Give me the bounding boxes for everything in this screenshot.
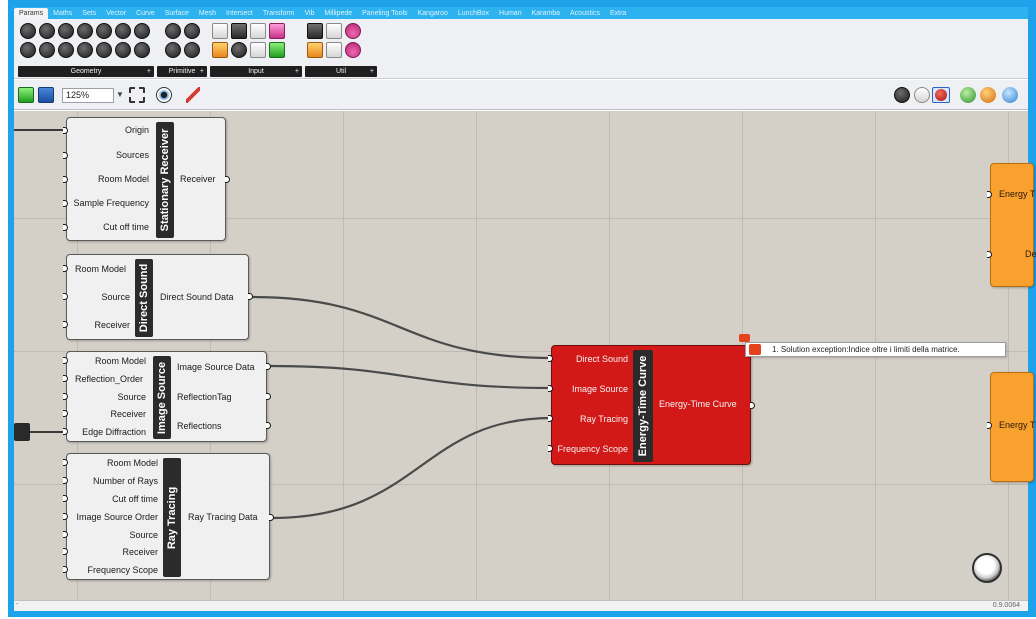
version-label: 0.9.0064	[992, 602, 1020, 609]
output-image-source-data[interactable]: Image Source Data	[177, 362, 255, 372]
offscreen-component[interactable]	[14, 423, 30, 441]
input-image-source-order[interactable]: Image Source Order	[76, 512, 158, 522]
input-frequency-scope[interactable]: Frequency Scope	[87, 565, 158, 575]
status-bar: - 0.9.0064	[14, 600, 1028, 611]
input-receiver[interactable]: Receiver	[110, 409, 146, 419]
input-cut-off-time[interactable]: Cut off time	[112, 494, 158, 504]
component-ray-tracing[interactable]: Room Model Number of Rays Cut off time I…	[66, 453, 270, 580]
input-cut-off-time[interactable]: Cut off time	[103, 222, 149, 232]
error-icon	[749, 344, 761, 355]
wire-direct-sound	[251, 295, 553, 360]
input-receiver[interactable]: Receiver	[122, 547, 158, 557]
error-flag-icon[interactable]	[739, 334, 750, 342]
component-title: Energy-Time Curve	[633, 350, 653, 462]
input-source[interactable]: Source	[129, 530, 158, 540]
input-reflection-order[interactable]: Reflection_Order	[75, 374, 143, 384]
component-title: Stationary Receiver	[156, 122, 174, 238]
component-title: Image Source	[153, 356, 171, 439]
input-number-of-rays[interactable]: Number of Rays	[93, 476, 158, 486]
component-image-source[interactable]: Room Model Reflection_Order Source Recei…	[66, 351, 267, 442]
input-de[interactable]: De	[1025, 249, 1036, 259]
input-frequency-scope[interactable]: Frequency Scope	[557, 444, 628, 454]
component-title: Direct Sound	[135, 259, 153, 337]
input-source[interactable]: Source	[101, 292, 130, 302]
output-reflection-tag[interactable]: ReflectionTag	[177, 392, 232, 402]
input-room-model[interactable]: Room Model	[107, 458, 158, 468]
input-room-model[interactable]: Room Model	[95, 356, 146, 366]
wire-image-source	[269, 364, 553, 390]
input-ray-tracing[interactable]: Ray Tracing	[580, 414, 628, 424]
component-cluster-top[interactable]: Energy T De	[990, 163, 1036, 287]
output-reflections[interactable]: Reflections	[177, 421, 222, 431]
navigation-compass-icon[interactable]	[972, 553, 1002, 583]
input-source[interactable]: Source	[117, 392, 146, 402]
status-text: -	[16, 601, 19, 608]
input-room-model[interactable]: Room Model	[75, 264, 126, 274]
output-receiver[interactable]: Receiver	[180, 174, 216, 184]
wire-ray-tracing	[271, 416, 553, 520]
error-balloon: 1. Solution exception:Indice oltre i lim…	[745, 342, 1006, 357]
input-origin[interactable]: Origin	[125, 125, 149, 135]
component-energy-time-curve[interactable]: Direct Sound Image Source Ray Tracing Fr…	[551, 345, 751, 465]
output-direct-sound-data[interactable]: Direct Sound Data	[160, 292, 234, 302]
output-ray-tracing-data[interactable]: Ray Tracing Data	[188, 512, 258, 522]
output-energy-time-curve[interactable]: Energy-Time Curve	[659, 399, 737, 409]
input-energy-t[interactable]: Energy T	[999, 420, 1035, 430]
input-direct-sound[interactable]: Direct Sound	[576, 354, 628, 364]
component-direct-sound[interactable]: Room Model Source Receiver Direct Sound …	[66, 254, 249, 340]
input-edge-diffraction[interactable]: Edge Diffraction	[82, 427, 146, 437]
component-title: Ray Tracing	[163, 458, 181, 577]
component-stationary-receiver[interactable]: Origin Sources Room Model Sample Frequen…	[66, 117, 226, 241]
input-sources[interactable]: Sources	[116, 150, 149, 160]
input-room-model[interactable]: Room Model	[98, 174, 149, 184]
input-energy-t[interactable]: Energy T	[999, 189, 1035, 199]
component-cluster-bottom[interactable]: Energy T	[990, 372, 1035, 482]
input-sample-frequency[interactable]: Sample Frequency	[73, 198, 149, 208]
input-receiver[interactable]: Receiver	[94, 320, 130, 330]
input-image-source[interactable]: Image Source	[572, 384, 628, 394]
grasshopper-window: Params Maths Sets Vector Curve Surface Mesh Int…	[0, 0, 1036, 619]
